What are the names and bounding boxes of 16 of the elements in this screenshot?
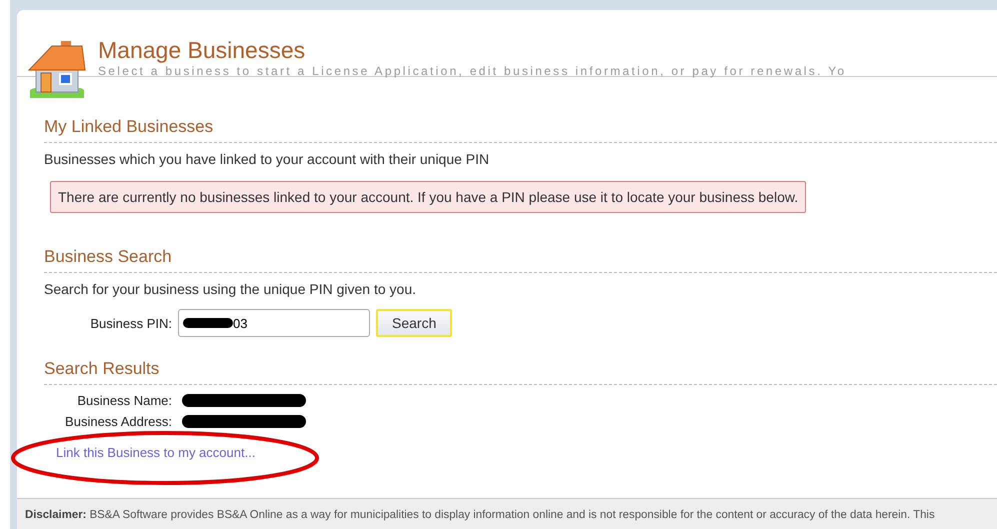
detail-label: Business Name: (76, 393, 172, 408)
section-heading: My Linked Businesses (44, 117, 997, 143)
disclaimer-text: Disclaimer: BS&A Software provides BS&A Online as a way for municipalities to display information online and is not responsible for the content or accuracy of the data herein. This (25, 509, 936, 521)
field-label: Business PIN: (89, 316, 172, 330)
pin-field[interactable]: 03 (178, 309, 370, 337)
section-description: Businesses which you have linked to your account with their unique PIN (44, 151, 490, 167)
section-heading: Business Search (44, 247, 997, 273)
search-button[interactable]: Search (376, 309, 452, 337)
alert-message: There are currently no businesses linked to your account. If you have a PIN please use it to locate your business below. (50, 181, 806, 213)
page-title: Manage Businesses (98, 37, 306, 63)
detail-label: Business Address: (64, 414, 172, 429)
section-heading: Search Results (44, 359, 997, 385)
link-business-link[interactable]: Link this Business to my account... (56, 444, 256, 460)
house-icon (28, 40, 86, 98)
section-description: Search for your business using the unique PIN given to you. (44, 281, 417, 297)
page-subtitle: Select a business to start a License Application, edit business information, or pay for renewals. Yo (98, 63, 846, 79)
